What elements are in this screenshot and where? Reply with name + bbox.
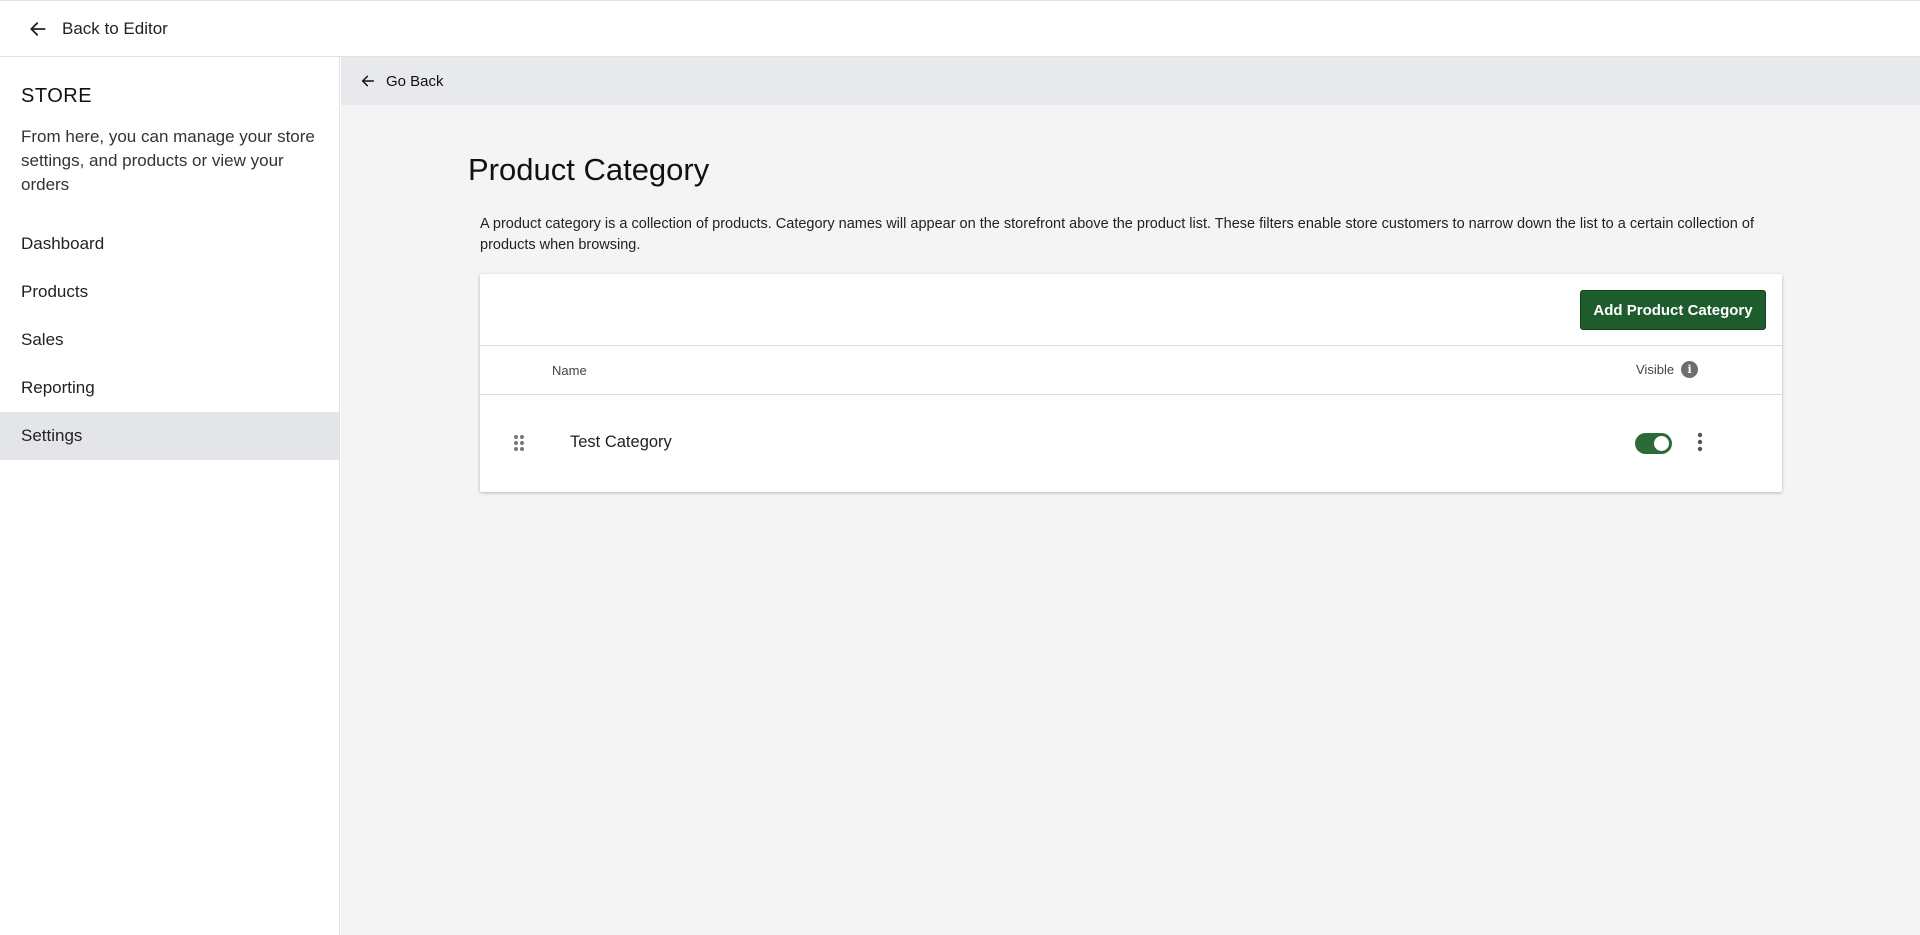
category-name: Test Category [570,433,672,451]
sidebar: STORE From here, you can manage your sto… [0,57,340,935]
arrow-left-icon [361,75,375,87]
sidebar-nav: Dashboard Products Sales Reporting Setti… [0,220,339,460]
column-header-visible: Visible i [1636,361,1699,378]
page-title: Product Category [468,152,710,187]
back-to-editor-button[interactable]: Back to Editor [28,19,168,39]
sidebar-item-dashboard[interactable]: Dashboard [0,220,339,268]
sidebar-item-reporting[interactable]: Reporting [0,364,339,412]
sidebar-title: STORE [21,85,93,107]
page-description: A product category is a collection of pr… [480,216,1754,253]
column-header-visible-label: Visible [1636,362,1675,377]
table-header: Name Visible i [480,346,1782,395]
sidebar-item-sales[interactable]: Sales [0,316,339,364]
go-back-bar: Go Back [341,57,1920,105]
go-back-button[interactable]: Go Back [360,73,444,90]
sidebar-item-settings[interactable]: Settings [0,412,339,460]
drag-handle-icon[interactable] [513,434,525,452]
card-toolbar: Add Product Category [480,274,1782,346]
sidebar-item-products[interactable]: Products [0,268,339,316]
sidebar-description: From here, you can manage your store set… [21,127,315,194]
go-back-label: Go Back [386,72,444,90]
top-bar: Back to Editor [0,0,1920,57]
toggle-knob [1654,436,1669,451]
column-header-name: Name [552,363,587,378]
add-product-category-button[interactable]: Add Product Category [1580,290,1766,330]
more-vertical-icon[interactable] [1692,431,1708,453]
back-to-editor-label: Back to Editor [62,18,168,38]
info-icon[interactable]: i [1681,361,1699,378]
category-table-card: Add Product Category Name Visible i Test… [480,274,1782,492]
visible-toggle[interactable] [1635,433,1672,454]
main-content: Go Back Product Category A product categ… [341,57,1920,935]
table-row: Test Category [480,395,1782,491]
arrow-left-icon [30,21,46,36]
